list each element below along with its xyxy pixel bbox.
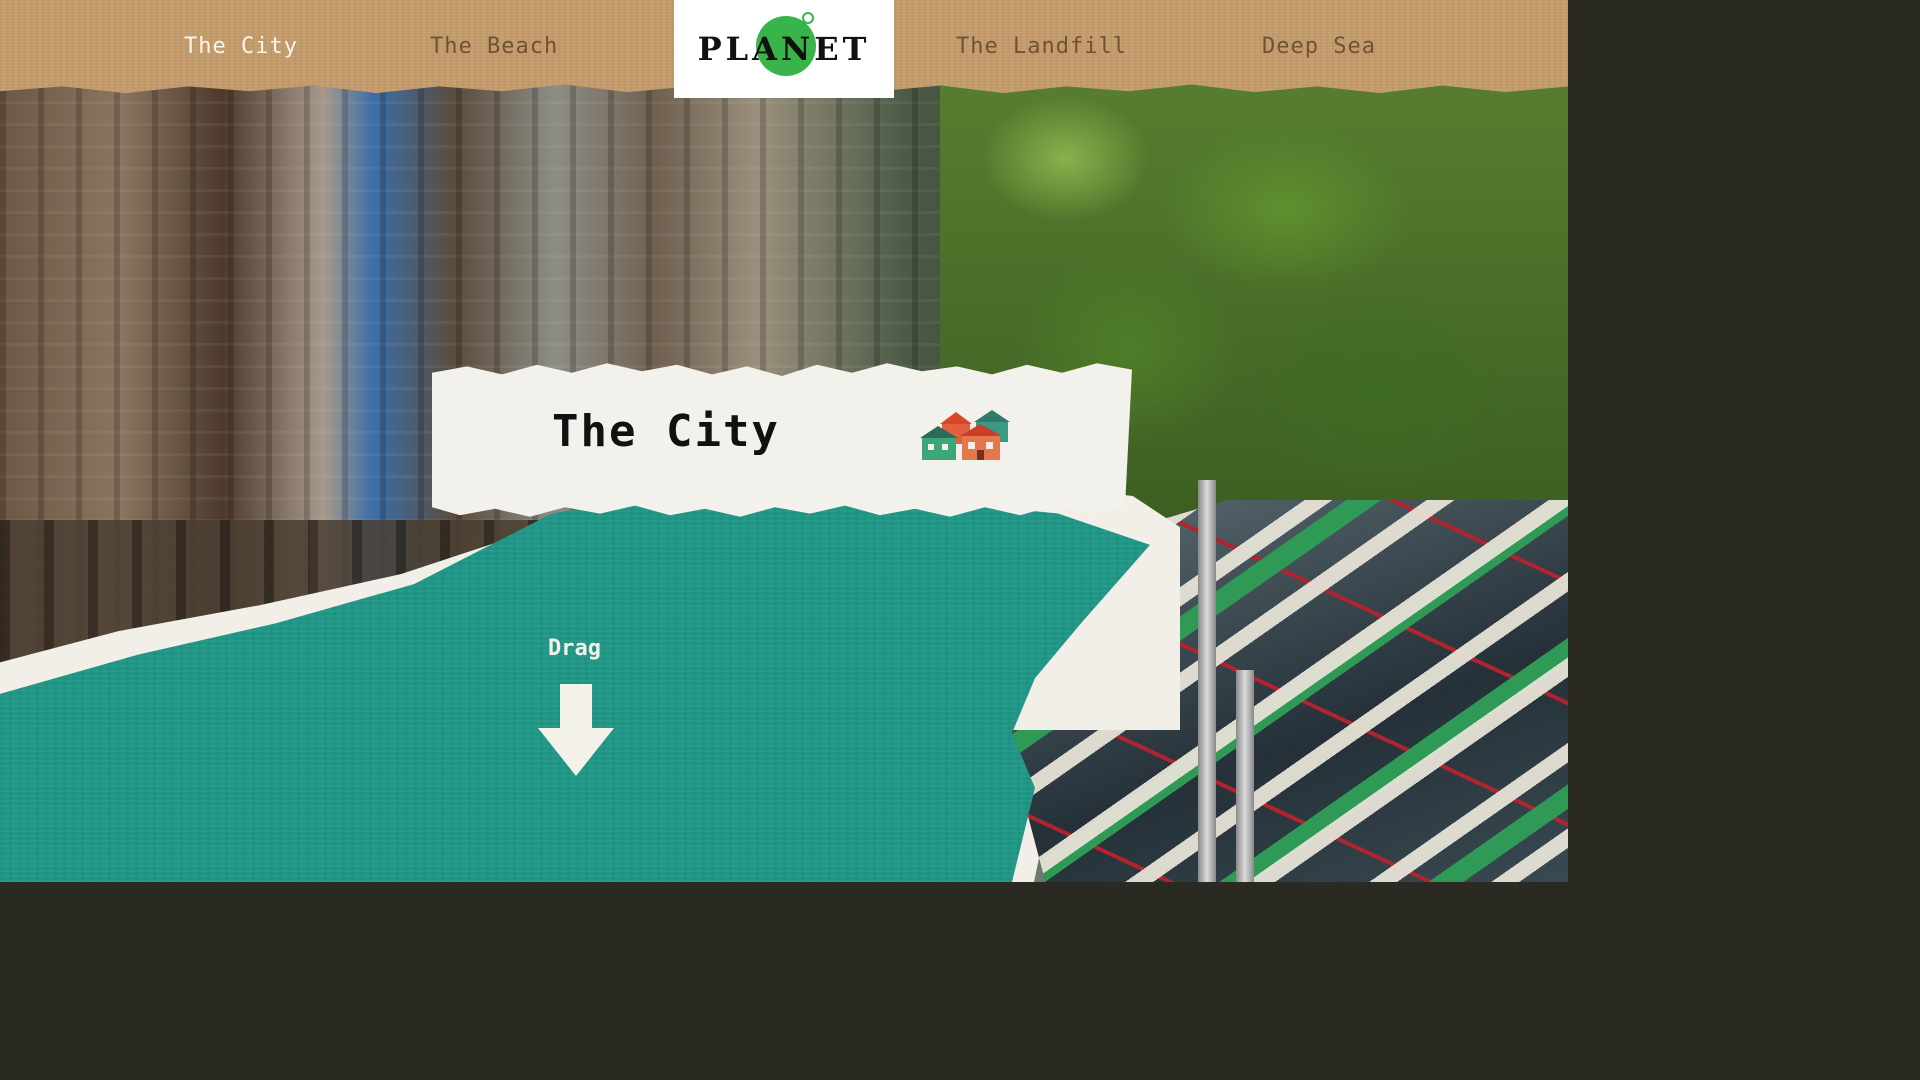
nav-item-deep-sea[interactable]: Deep Sea (1262, 34, 1376, 59)
nav-item-the-city[interactable]: The City (184, 34, 298, 59)
nav-item-the-beach[interactable]: The Beach (430, 34, 558, 59)
page-title: The City (552, 406, 780, 457)
logo[interactable]: PLANET (674, 0, 894, 98)
nav-item-the-landfill[interactable]: The Landfill (956, 34, 1127, 59)
drag-label: Drag (548, 636, 601, 661)
arrow-down-icon[interactable] (538, 684, 614, 776)
metal-pole (1236, 670, 1254, 882)
houses-icon (920, 410, 1010, 460)
logo-text: PLANET (697, 30, 871, 68)
metal-pole (1198, 480, 1216, 882)
title-card (432, 363, 1132, 517)
